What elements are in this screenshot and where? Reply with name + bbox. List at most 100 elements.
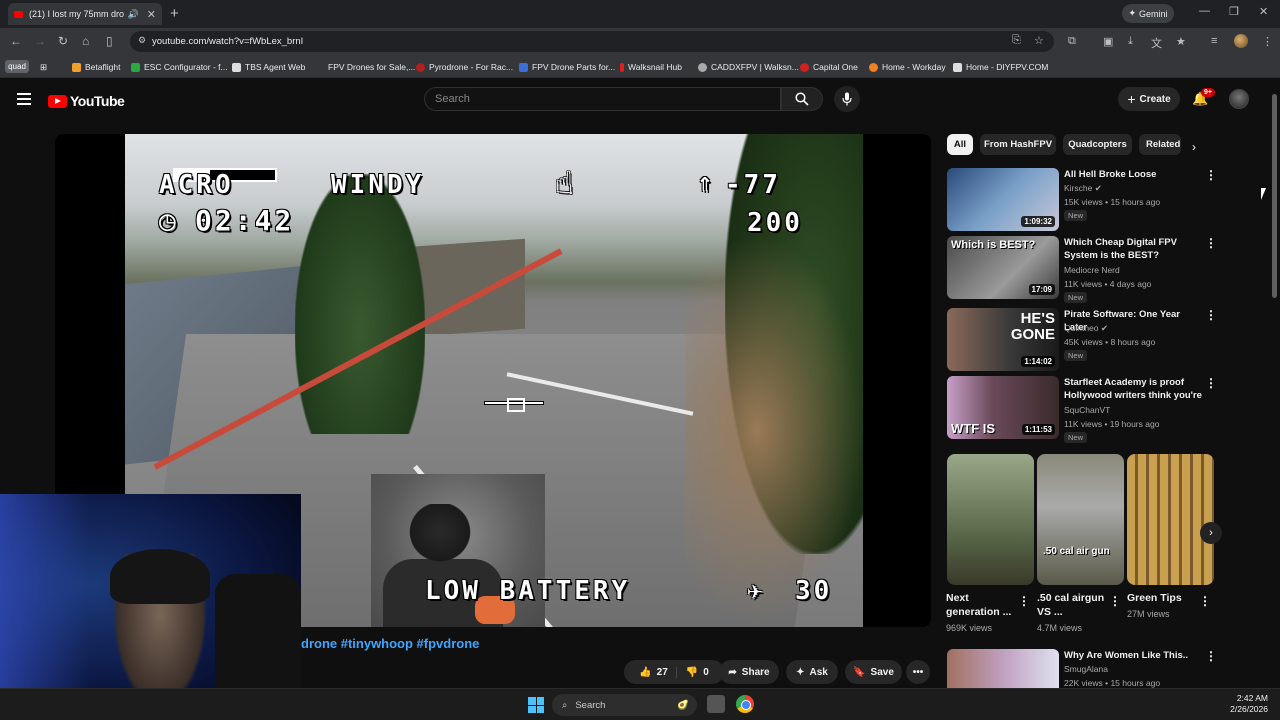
more-options-icon[interactable]: ⋮ — [1205, 376, 1217, 390]
chip-from-hashfpv[interactable]: From HashFPV — [980, 134, 1056, 155]
more-actions-button[interactable]: ••• — [906, 660, 930, 684]
bookmark-pyrodrone[interactable]: Pyrodrone - For Rac... — [416, 62, 513, 72]
install-icon[interactable]: ⎘ — [1012, 34, 1021, 47]
menu-dots-icon[interactable]: ⋮ — [1262, 35, 1273, 48]
bookmark-tbs-agent[interactable]: TBS Agent Web — [232, 62, 305, 72]
short-more-icon[interactable]: ⋮ — [1199, 594, 1211, 608]
back-icon[interactable]: ← — [10, 34, 22, 48]
more-options-icon[interactable]: ⋮ — [1205, 308, 1217, 322]
search-input[interactable]: Search — [424, 87, 781, 111]
new-tab-button[interactable]: + — [170, 5, 179, 22]
duration-badge: 1:09:32 — [1021, 216, 1055, 227]
close-tab-icon[interactable]: ✕ — [147, 8, 156, 21]
taskbar-search[interactable]: ⌕ Search 🥑 — [552, 694, 697, 716]
favorites-icon[interactable]: ★ — [1176, 35, 1186, 48]
osd-bottom-right: 30 — [795, 576, 833, 606]
reload-icon[interactable]: ↻ — [58, 34, 68, 48]
reading-list-icon[interactable]: ≡ — [1211, 35, 1217, 47]
tab-search-icon[interactable]: ▣ — [1103, 35, 1113, 48]
translate-icon[interactable]: 文 — [1151, 35, 1162, 51]
chevron-right-icon[interactable]: › — [1192, 140, 1196, 154]
taskbar-search-label: Search — [575, 699, 606, 711]
short-more-icon[interactable]: ⋮ — [1018, 594, 1030, 608]
menu-icon[interactable] — [17, 93, 31, 105]
bookmark-star-icon[interactable]: ☆ — [1034, 34, 1044, 47]
video-thumbnail: WTF IS 1:11:53 — [947, 376, 1059, 439]
chip-quadcopters[interactable]: Quadcopters — [1063, 134, 1132, 155]
file-explorer-icon[interactable] — [707, 695, 725, 713]
short-more-icon[interactable]: ⋮ — [1109, 594, 1121, 608]
search-button[interactable] — [781, 87, 823, 111]
short-views: 969K views — [946, 623, 993, 633]
account-avatar[interactable] — [1229, 89, 1249, 109]
more-options-icon[interactable]: ⋮ — [1205, 168, 1217, 182]
more-options-icon[interactable]: ⋮ — [1205, 649, 1217, 663]
chip-all[interactable]: All — [947, 134, 973, 155]
close-window-icon[interactable]: ✕ — [1259, 5, 1268, 18]
duration-badge: 1:14:02 — [1021, 356, 1055, 367]
side-panel-icon[interactable]: ▯ — [106, 34, 113, 48]
like-button[interactable]: 👍 27 — [639, 666, 677, 678]
forward-icon[interactable]: → — [34, 34, 46, 48]
recommendation-item[interactable]: HE'S GONE 1:14:02 Pirate Software: One Y… — [947, 308, 1217, 372]
bookmark-quad[interactable]: quad — [5, 60, 29, 73]
search-highlight-icon: 🥑 — [677, 699, 689, 711]
osd-value: 200 — [747, 208, 803, 238]
dislike-button[interactable]: 👎 0 — [682, 667, 709, 678]
download-icon[interactable]: ⤓ — [1128, 35, 1133, 48]
short-title[interactable]: .50 cal airgun VS ... — [1037, 591, 1107, 619]
rec-channel: SmugAlana — [1064, 664, 1108, 674]
bookmark-fpv-parts[interactable]: FPV Drone Parts for... — [519, 62, 615, 72]
ask-button[interactable]: ✦ Ask — [786, 660, 838, 684]
diyfpv-icon — [953, 62, 962, 72]
rec-title: Which Cheap Digital FPV System is the BE… — [1064, 237, 1177, 261]
recommendation-item[interactable]: Why Are Women Like This.. SmugAlana 22K … — [947, 649, 1217, 688]
shorts-next-button[interactable]: › — [1200, 522, 1222, 544]
bookmark-diyfpv[interactable]: Home - DIYFPV.COM — [953, 62, 1048, 72]
profile-avatar[interactable] — [1234, 34, 1248, 48]
maximize-icon[interactable]: ❐ — [1229, 5, 1239, 18]
rec-title: Starfleet Academy is proof Hollywood wri… — [1064, 377, 1202, 401]
speaker-icon[interactable]: 🔊 — [128, 9, 139, 20]
short-thumbnail[interactable] — [1127, 454, 1214, 585]
youtube-logo[interactable]: YouTube — [48, 93, 125, 109]
chip-related[interactable]: Related — [1139, 134, 1181, 155]
short-title[interactable]: Next generation ... — [946, 591, 1016, 619]
bookmark-esc-configurator[interactable]: ESC Configurator - f... — [131, 62, 228, 72]
bookmark-capital-one[interactable]: Capital One — [800, 62, 858, 72]
address-bar[interactable]: ⚙ youtube.com/watch?v=fWbLex_brnI ⎘ ☆ — [130, 31, 1054, 52]
scroll-thumb[interactable] — [1272, 94, 1277, 298]
short-thumbnail[interactable]: .50 cal air gun — [1037, 454, 1124, 585]
bookmark-fpv-drones[interactable]: FPV Drones for Sale,... — [315, 62, 415, 72]
duration-badge: 17:09 — [1028, 284, 1055, 295]
short-title[interactable]: Green Tips — [1127, 591, 1197, 605]
more-options-icon[interactable]: ⋮ — [1205, 236, 1217, 250]
video-title-tags[interactable]: drone #tinywhoop #fpvdrone — [301, 636, 479, 651]
recommendation-item[interactable]: WTF IS 1:11:53 Starfleet Academy is proo… — [947, 376, 1217, 443]
browser-tab[interactable]: (21) I lost my 75mm drone 🔊 ✕ — [8, 3, 162, 25]
apps-grid-icon[interactable]: ⊞ — [40, 62, 47, 73]
recommendation-item[interactable]: 1:09:32 All Hell Broke Loose Kirsche ✔ 1… — [947, 168, 1217, 232]
bookmark-betaflight[interactable]: Betaflight — [72, 62, 120, 72]
share-button[interactable]: ➦ Share — [719, 660, 779, 684]
gemini-button[interactable]: ✦ Gemini — [1122, 4, 1174, 23]
extensions-icon[interactable]: ⧉ — [1068, 35, 1076, 48]
short-thumbnail[interactable] — [947, 454, 1034, 585]
thumbnail-text: Which is BEST? — [951, 239, 1036, 251]
bookmark-walksnail[interactable]: Walksnail Hub — [620, 62, 682, 72]
chrome-icon[interactable] — [736, 695, 754, 713]
home-icon[interactable]: ⌂ — [82, 34, 89, 48]
bookmark-workday[interactable]: Home - Workday — [869, 62, 946, 72]
bookmark-caddxfpv[interactable]: CADDXFPV | Walksn... — [698, 62, 799, 72]
save-label: Save — [870, 666, 894, 678]
create-button[interactable]: + Create — [1118, 87, 1180, 111]
minimize-icon[interactable]: — — [1199, 5, 1210, 17]
voice-search-button[interactable] — [834, 86, 860, 112]
bookmark-icon: 🔖 — [853, 666, 866, 678]
recommendation-item[interactable]: Which is BEST? 17:09 Which Cheap Digital… — [947, 236, 1217, 303]
windows-start-icon[interactable] — [528, 697, 544, 713]
save-button[interactable]: 🔖 Save — [845, 660, 902, 684]
system-clock[interactable]: 2:42 AM 2/26/2026 — [1230, 693, 1268, 715]
caddx-icon — [698, 62, 707, 72]
site-info-icon[interactable]: ⚙ — [138, 35, 146, 46]
